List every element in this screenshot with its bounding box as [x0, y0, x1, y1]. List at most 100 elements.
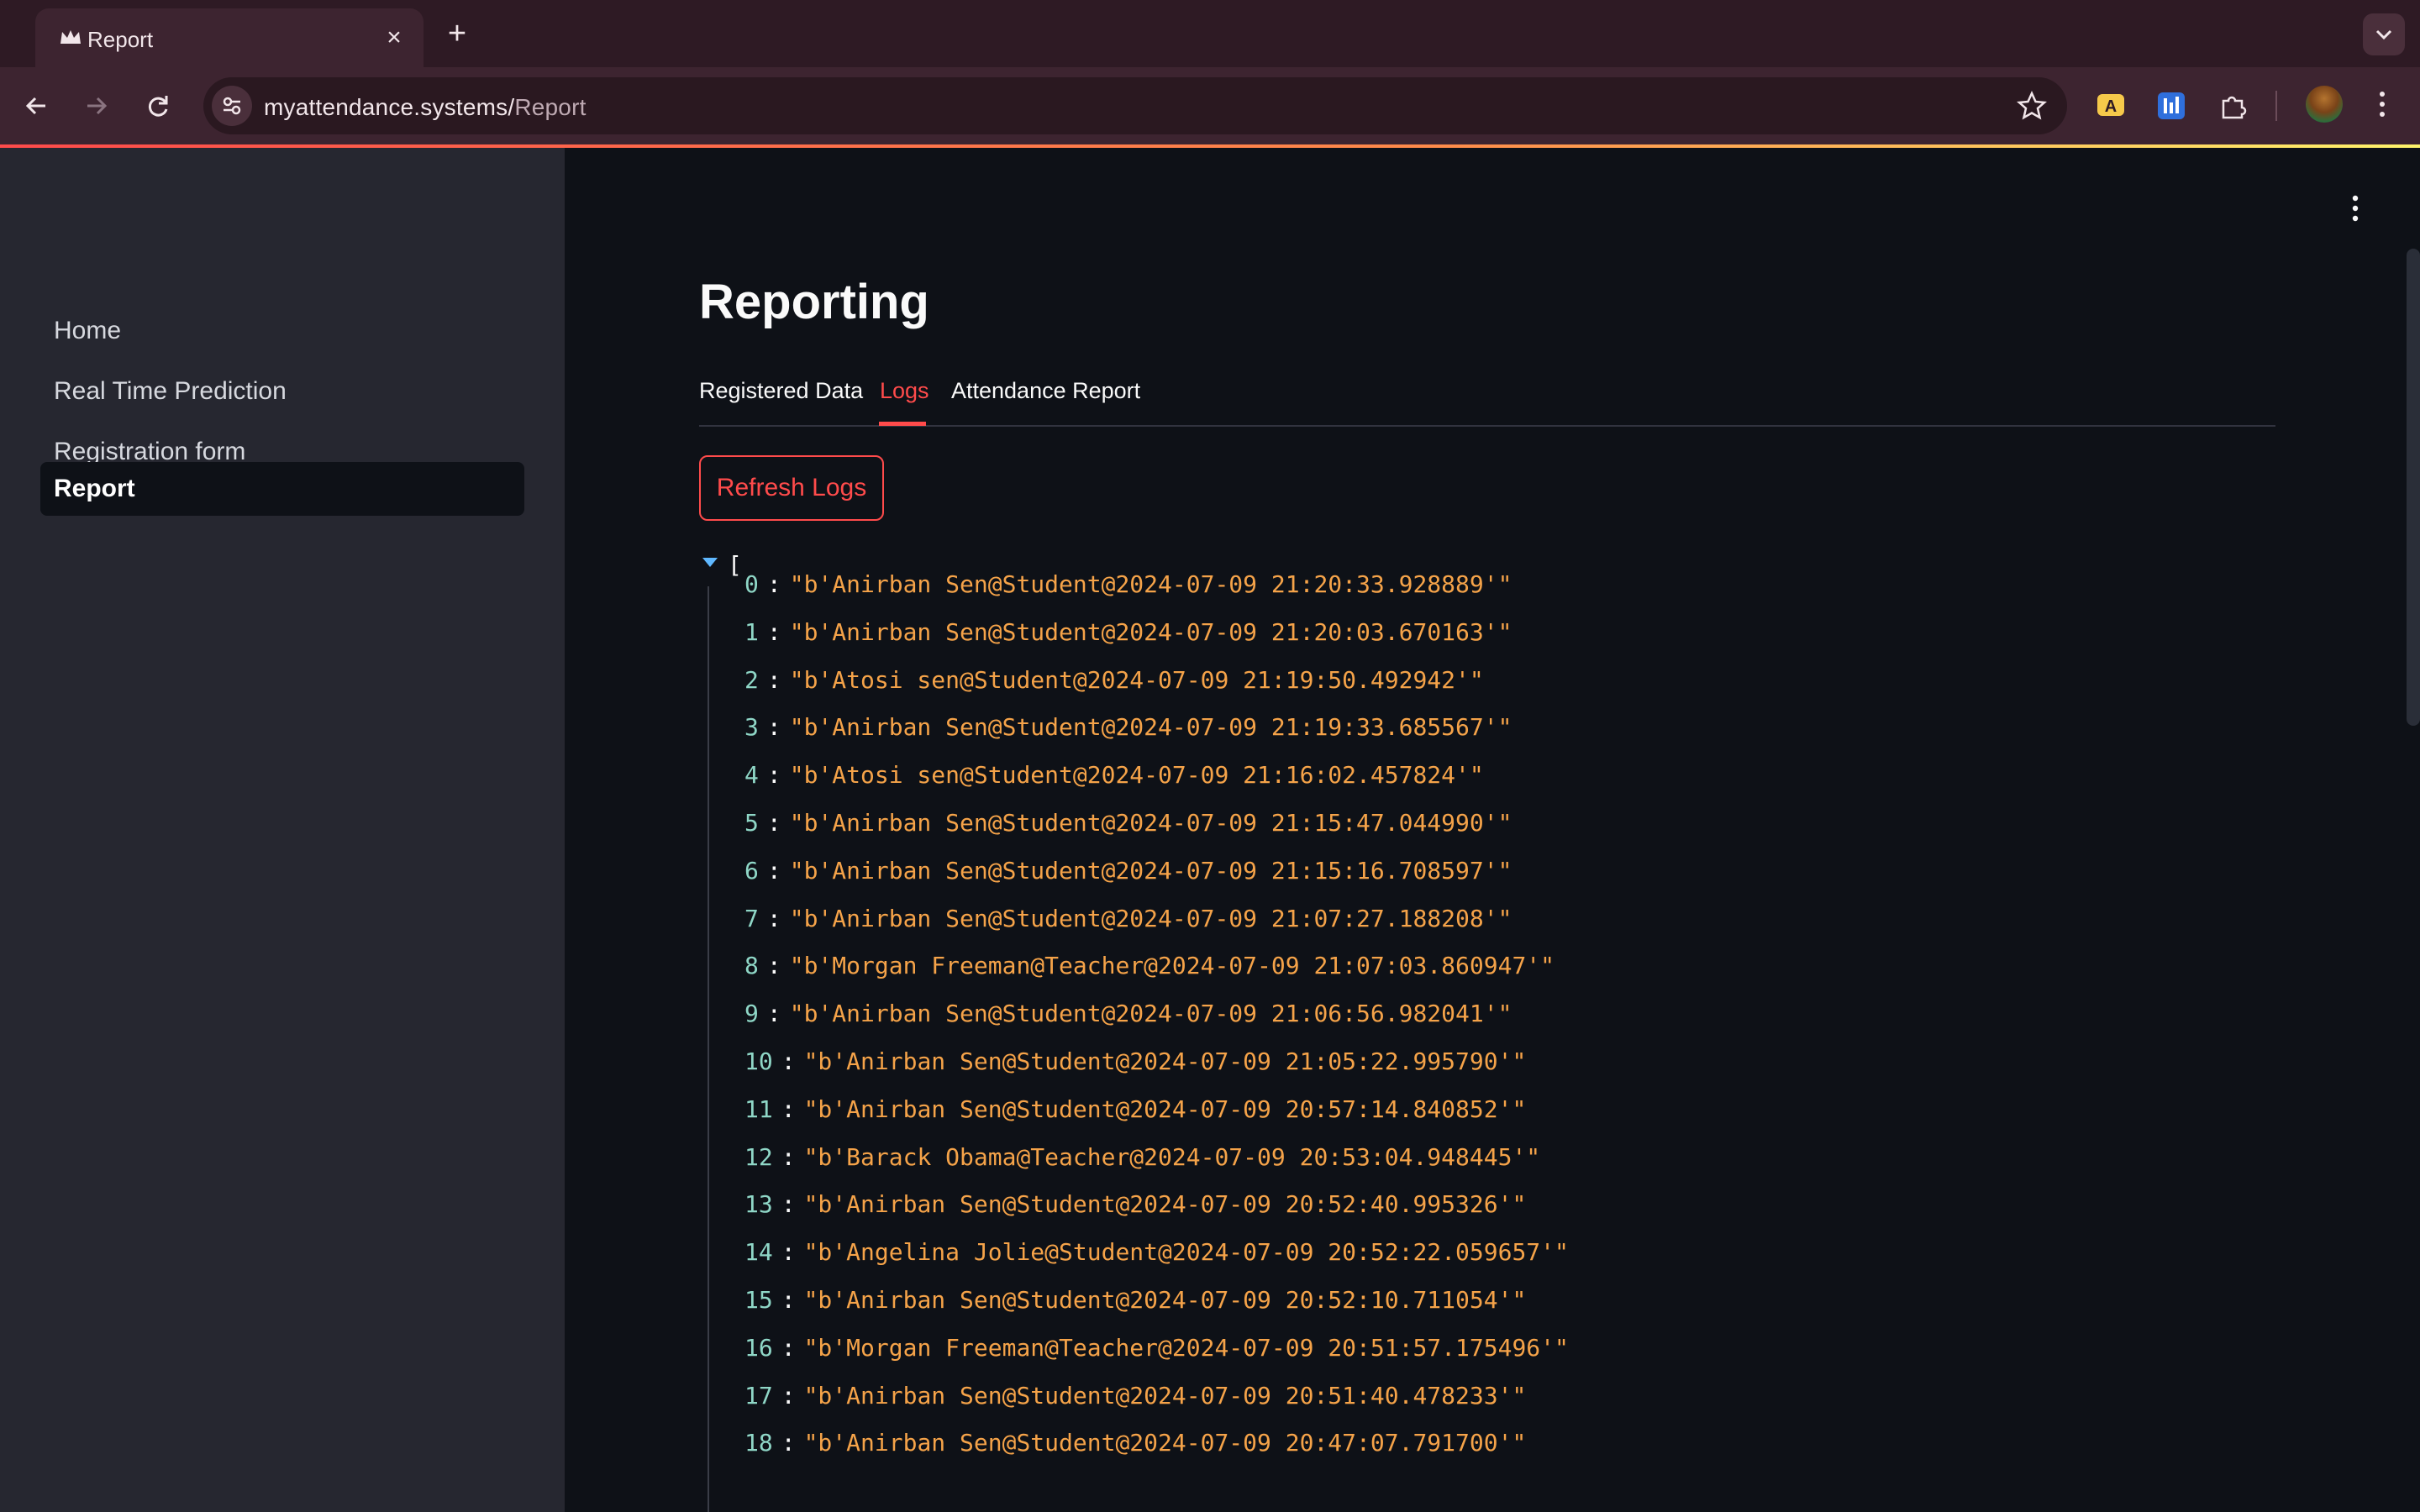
json-string-value: "b'Atosi sen@Student@2024-07-09 21:19:50…	[789, 665, 1484, 694]
json-list-item: 16: "b'Morgan Freeman@Teacher@2024-07-09 …	[744, 1331, 1569, 1365]
json-viewer: [ 0: "b'Anirban Sen@Student@2024-07-09 21…	[699, 546, 2275, 1512]
json-colon: :	[766, 904, 781, 932]
json-string-value: "b'Anirban Sen@Student@2024-07-09 21:06:…	[789, 1000, 1512, 1028]
json-list-item: 2: "b'Atosi sen@Student@2024-07-09 21:19:…	[744, 664, 1484, 697]
profile-avatar[interactable]	[2306, 86, 2343, 123]
browser-menu-icon[interactable]	[2368, 86, 2396, 123]
json-colon: :	[766, 570, 781, 598]
json-string-value: "b'Barack Obama@Teacher@2024-07-09 20:53…	[803, 1142, 1541, 1171]
json-index: 4	[744, 761, 759, 790]
sidebar-item-home[interactable]: Home	[40, 304, 524, 358]
json-list-item: 5: "b'Anirban Sen@Student@2024-07-09 21:1…	[744, 806, 1512, 840]
extension-a-icon[interactable]: A	[2094, 89, 2128, 123]
address-bar[interactable]: myattendance.systems/Report	[203, 77, 2067, 134]
json-string-value: "b'Anirban Sen@Student@2024-07-09 21:15:…	[789, 809, 1512, 837]
json-list-item: 13: "b'Anirban Sen@Student@2024-07-09 20:…	[744, 1188, 1526, 1221]
json-list-item: 3: "b'Anirban Sen@Student@2024-07-09 21:1…	[744, 711, 1512, 744]
extensions-puzzle-icon[interactable]	[2217, 89, 2250, 123]
app-menu-icon[interactable]	[2341, 192, 2370, 225]
json-colon: :	[781, 1333, 796, 1362]
json-colon: :	[766, 952, 781, 980]
json-list-item: 18: "b'Anirban Sen@Student@2024-07-09 20:…	[744, 1426, 1526, 1460]
new-tab-button[interactable]: +	[440, 17, 474, 50]
json-index: 8	[744, 952, 759, 980]
tab-bar: Registered Data Logs Attendance Report	[699, 373, 2275, 427]
refresh-logs-button[interactable]: Refresh Logs	[699, 455, 884, 521]
json-index: 3	[744, 713, 759, 742]
json-colon: :	[766, 617, 781, 646]
json-colon: :	[766, 665, 781, 694]
toolbar-divider	[2275, 91, 2277, 121]
json-index: 12	[744, 1142, 773, 1171]
json-colon: :	[781, 1286, 796, 1314]
close-tab-icon[interactable]: ×	[380, 24, 408, 52]
url-text: myattendance.systems/Report	[264, 94, 587, 121]
json-list-item: 4: "b'Atosi sen@Student@2024-07-09 21:16:…	[744, 759, 1484, 792]
json-list-item: 0: "b'Anirban Sen@Student@2024-07-09 21:2…	[744, 568, 1512, 601]
json-string-value: "b'Anirban Sen@Student@2024-07-09 20:52:…	[803, 1286, 1527, 1314]
json-list-item: 7: "b'Anirban Sen@Student@2024-07-09 21:0…	[744, 902, 1512, 936]
json-colon: :	[766, 761, 781, 790]
sidebar-item-real-time-prediction[interactable]: Real Time Prediction	[40, 365, 524, 418]
json-list-item: 12: "b'Barack Obama@Teacher@2024-07-09 20…	[744, 1141, 1540, 1174]
url-path: Report	[514, 94, 587, 120]
json-string-value: "b'Anirban Sen@Student@2024-07-09 21:05:…	[803, 1047, 1527, 1075]
chevron-down-icon	[2375, 29, 2392, 40]
json-index: 18	[744, 1429, 773, 1457]
json-string-value: "b'Anirban Sen@Student@2024-07-09 20:52:…	[803, 1190, 1527, 1219]
tune-icon	[223, 97, 241, 115]
back-arrow-icon[interactable]	[17, 86, 57, 126]
reload-icon[interactable]	[138, 86, 178, 126]
svg-text:A: A	[2105, 97, 2117, 116]
json-index: 17	[744, 1381, 773, 1410]
json-list-item: 8: "b'Morgan Freeman@Teacher@2024-07-09 2…	[744, 949, 1555, 983]
json-index: 13	[744, 1190, 773, 1219]
sidebar: Home Real Time Prediction Registration f…	[0, 148, 565, 1512]
json-string-value: "b'Morgan Freeman@Teacher@2024-07-09 20:…	[803, 1333, 1569, 1362]
tab-attendance-report[interactable]: Attendance Report	[951, 378, 1140, 404]
json-index: 16	[744, 1333, 773, 1362]
json-colon: :	[766, 713, 781, 742]
json-open-bracket: [	[728, 551, 742, 579]
active-tab-indicator	[879, 422, 926, 426]
collapse-caret-icon[interactable]	[702, 558, 718, 567]
json-string-value: "b'Anirban Sen@Student@2024-07-09 21:20:…	[789, 617, 1512, 646]
bookmark-star-icon[interactable]	[2015, 89, 2049, 123]
tab-search-button[interactable]	[2363, 13, 2405, 55]
json-string-value: "b'Anirban Sen@Student@2024-07-09 20:51:…	[803, 1381, 1527, 1410]
json-string-value: "b'Angelina Jolie@Student@2024-07-09 20:…	[803, 1238, 1569, 1267]
json-index: 9	[744, 1000, 759, 1028]
json-list-item: 9: "b'Anirban Sen@Student@2024-07-09 21:0…	[744, 997, 1512, 1031]
json-index: 15	[744, 1286, 773, 1314]
tab-registered-data[interactable]: Registered Data	[699, 378, 863, 404]
json-list-item: 10: "b'Anirban Sen@Student@2024-07-09 21:…	[744, 1045, 1526, 1079]
json-colon: :	[781, 1429, 796, 1457]
json-list-item: 11: "b'Anirban Sen@Student@2024-07-09 20:…	[744, 1093, 1526, 1126]
json-index: 10	[744, 1047, 773, 1075]
json-string-value: "b'Atosi sen@Student@2024-07-09 21:16:02…	[789, 761, 1484, 790]
json-index: 5	[744, 809, 759, 837]
browser-tabstrip: Report × +	[0, 0, 2420, 67]
json-colon: :	[781, 1190, 796, 1219]
json-index: 1	[744, 617, 759, 646]
forward-arrow-icon[interactable]	[76, 86, 116, 126]
page-title: Reporting	[699, 275, 929, 329]
json-list-item: 17: "b'Anirban Sen@Student@2024-07-09 20:…	[744, 1379, 1526, 1413]
json-string-value: "b'Anirban Sen@Student@2024-07-09 21:07:…	[789, 904, 1512, 932]
json-colon: :	[766, 1000, 781, 1028]
json-colon: :	[781, 1238, 796, 1267]
json-colon: :	[766, 856, 781, 885]
extension-chart-icon[interactable]	[2154, 89, 2188, 123]
browser-toolbar: myattendance.systems/Report A	[0, 67, 2420, 144]
json-index: 11	[744, 1095, 773, 1123]
sidebar-item-report[interactable]: Report	[40, 462, 524, 516]
tab-logs[interactable]: Logs	[880, 378, 929, 404]
site-info-button[interactable]	[212, 86, 252, 126]
page-scrollbar[interactable]	[2407, 249, 2420, 726]
json-index: 6	[744, 856, 759, 885]
json-colon: :	[766, 809, 781, 837]
browser-tab-report[interactable]: Report ×	[35, 8, 424, 67]
json-list-item: 15: "b'Anirban Sen@Student@2024-07-09 20:…	[744, 1284, 1526, 1317]
json-index: 0	[744, 570, 759, 598]
json-list-item: 14: "b'Angelina Jolie@Student@2024-07-09 …	[744, 1236, 1569, 1269]
